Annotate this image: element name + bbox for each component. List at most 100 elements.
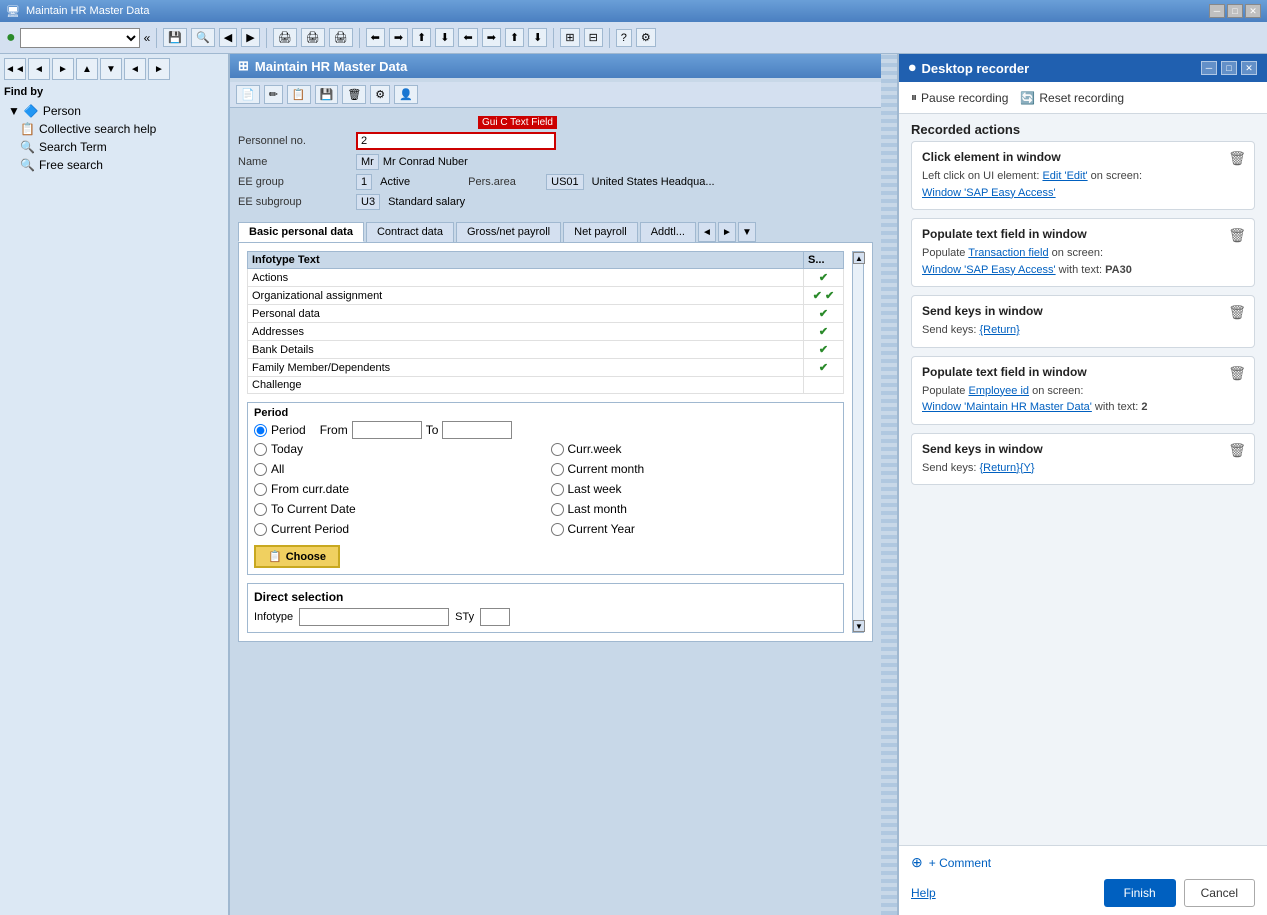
finish-btn[interactable]: Finish: [1104, 879, 1176, 907]
print3-btn[interactable]: 🖨: [329, 28, 353, 47]
maximize-btn[interactable]: □: [1227, 4, 1243, 18]
tab-prev-btn[interactable]: ◄: [698, 222, 716, 242]
table-row[interactable]: Personal data ✔: [248, 305, 844, 323]
delete-action-btn[interactable]: 🗑: [1228, 442, 1246, 459]
help-btn[interactable]: ?: [616, 29, 632, 47]
save-toolbar-btn[interactable]: 💾: [163, 28, 187, 47]
last-week-radio[interactable]: [551, 483, 564, 496]
recorder-maximize-btn[interactable]: □: [1221, 61, 1237, 75]
delete-action-btn[interactable]: 🗑: [1228, 150, 1246, 167]
close-btn[interactable]: ✕: [1245, 4, 1261, 18]
sidebar-nav-back-btn[interactable]: ◄◄: [4, 58, 26, 80]
infotype-scrollbar[interactable]: ▲ ▼: [852, 251, 864, 633]
sidebar-item-person[interactable]: ▼ 🔷 Person: [4, 102, 224, 120]
current-period-radio[interactable]: [254, 523, 267, 536]
sidebar-nav-prev-btn[interactable]: ◄: [28, 58, 50, 80]
infotype-input[interactable]: [299, 608, 449, 626]
tab-addtl[interactable]: Addtl...: [640, 222, 696, 242]
choose-btn[interactable]: 📋 Choose: [254, 545, 340, 568]
action-screen-link[interactable]: Window 'SAP Easy Access': [922, 264, 1056, 276]
table-row[interactable]: Family Member/Dependents ✔: [248, 359, 844, 377]
current-month-radio[interactable]: [551, 463, 564, 476]
delete-action-btn[interactable]: 🗑: [1228, 304, 1246, 321]
all-radio[interactable]: [254, 463, 267, 476]
scroll-down-btn[interactable]: ▼: [853, 620, 865, 632]
scroll-up-btn[interactable]: ▲: [853, 252, 865, 264]
delete-record-btn[interactable]: 🗑: [342, 85, 366, 104]
nav4-btn[interactable]: ⬇: [435, 28, 454, 47]
tab-basic-personal-data[interactable]: Basic personal data: [238, 222, 364, 242]
pause-recording-btn[interactable]: ⏸ Pause recording: [911, 90, 1008, 105]
action-link[interactable]: Employee id: [968, 385, 1029, 397]
transaction-combo[interactable]: [20, 28, 140, 48]
save-record-btn[interactable]: 💾: [315, 85, 339, 104]
sidebar-nav-down-btn[interactable]: ▼: [100, 58, 122, 80]
sidebar-nav-left-btn[interactable]: ◄: [124, 58, 146, 80]
sidebar-nav-right-btn[interactable]: ►: [148, 58, 170, 80]
table-row[interactable]: Bank Details ✔: [248, 341, 844, 359]
nav5-btn[interactable]: ⬅: [458, 28, 477, 47]
sidebar-item-search-term[interactable]: 🔍 Search Term: [16, 138, 224, 156]
sidebar-item-collective[interactable]: 📋 Collective search help: [16, 120, 224, 138]
sidebar-nav-next-btn[interactable]: ►: [52, 58, 74, 80]
tab-gross-net-payroll[interactable]: Gross/net payroll: [456, 222, 561, 242]
minimize-btn[interactable]: ─: [1209, 4, 1225, 18]
action-link[interactable]: Edit 'Edit': [1042, 170, 1087, 182]
nav3-btn[interactable]: ⬆: [412, 28, 431, 47]
period-from-input[interactable]: [352, 421, 422, 439]
green-circle-icon[interactable]: ●: [6, 29, 16, 47]
table-row[interactable]: Addresses ✔: [248, 323, 844, 341]
help-btn[interactable]: Help: [911, 886, 936, 900]
tab-next-btn[interactable]: ►: [718, 222, 736, 242]
nav1-btn[interactable]: ⬅: [366, 28, 385, 47]
personnel-no-input[interactable]: [356, 132, 556, 150]
find-btn[interactable]: 🔍: [191, 28, 215, 47]
person-record-btn[interactable]: 👤: [394, 85, 418, 104]
nav2-btn[interactable]: ➡: [389, 28, 408, 47]
to-current-date-radio[interactable]: [254, 503, 267, 516]
settings-btn[interactable]: ⚙: [636, 28, 656, 47]
print2-btn[interactable]: 🖨: [301, 28, 325, 47]
nav-back-icon[interactable]: «: [144, 31, 151, 45]
cancel-btn[interactable]: Cancel: [1184, 879, 1255, 907]
new-record-btn[interactable]: 📄: [236, 85, 260, 104]
today-radio[interactable]: [254, 443, 267, 456]
tab-menu-btn[interactable]: ▼: [738, 222, 756, 242]
nav7-btn[interactable]: ⬆: [505, 28, 524, 47]
action-screen-link[interactable]: Window 'SAP Easy Access': [922, 187, 1056, 199]
sty-input[interactable]: [480, 608, 510, 626]
copy-record-btn[interactable]: 📋: [287, 85, 311, 104]
action-key-link[interactable]: {Return}{Y}: [979, 462, 1034, 474]
reset-recording-btn[interactable]: 🔄 Reset recording: [1020, 91, 1124, 105]
next-find-btn[interactable]: ▶: [241, 28, 259, 47]
tab-contract-data[interactable]: Contract data: [366, 222, 454, 242]
table-row[interactable]: Challenge: [248, 377, 844, 394]
period-to-input[interactable]: [442, 421, 512, 439]
tab-net-payroll[interactable]: Net payroll: [563, 222, 638, 242]
action-key-link[interactable]: {Return}: [979, 324, 1019, 336]
action-screen-link[interactable]: Window 'Maintain HR Master Data': [922, 401, 1092, 413]
layout1-btn[interactable]: ⊞: [560, 28, 579, 47]
period-radio[interactable]: [254, 424, 267, 437]
nav6-btn[interactable]: ➡: [482, 28, 501, 47]
nav8-btn[interactable]: ⬇: [528, 28, 547, 47]
prev-find-btn[interactable]: ◀: [219, 28, 237, 47]
edit-record-btn[interactable]: ✏: [264, 85, 283, 104]
settings-record-btn[interactable]: ⚙: [370, 85, 390, 104]
last-month-radio[interactable]: [551, 503, 564, 516]
action-link[interactable]: Transaction field: [968, 247, 1048, 259]
currweek-radio[interactable]: [551, 443, 564, 456]
sidebar-item-free-search[interactable]: 🔍 Free search: [16, 156, 224, 174]
from-curr-date-radio[interactable]: [254, 483, 267, 496]
table-row[interactable]: Organizational assignment ✔ ✔: [248, 287, 844, 305]
current-year-radio[interactable]: [551, 523, 564, 536]
add-comment-btn[interactable]: ⊕ + Comment: [911, 854, 991, 871]
recorder-close-btn[interactable]: ✕: [1241, 61, 1257, 75]
delete-action-btn[interactable]: 🗑: [1228, 227, 1246, 244]
table-row[interactable]: Actions ✔: [248, 269, 844, 287]
delete-action-btn[interactable]: 🗑: [1228, 365, 1246, 382]
recorder-minimize-btn[interactable]: ─: [1201, 61, 1217, 75]
layout2-btn[interactable]: ⊟: [584, 28, 603, 47]
print1-btn[interactable]: 🖨: [273, 28, 297, 47]
sidebar-nav-up-btn[interactable]: ▲: [76, 58, 98, 80]
